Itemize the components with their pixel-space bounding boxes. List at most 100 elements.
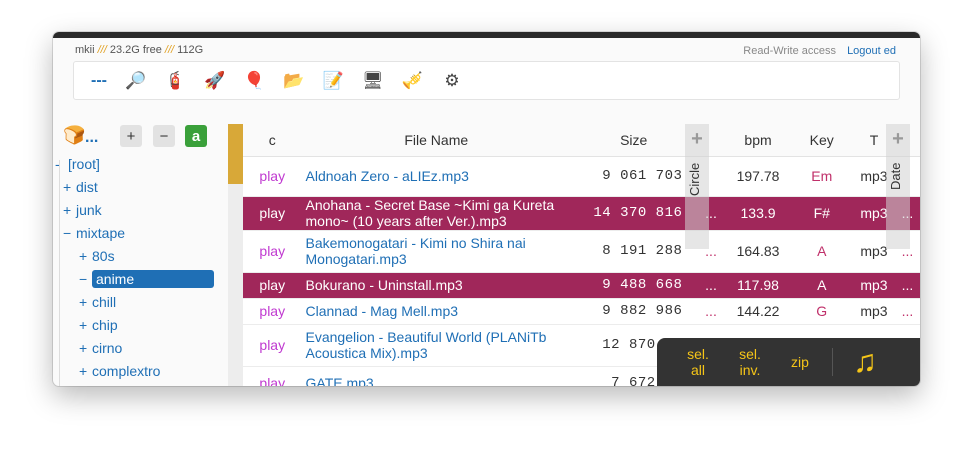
show-column-circle-button[interactable]: + — [685, 128, 709, 150]
table-header-row: c File Name Size bpm Key T — [243, 124, 920, 157]
hidden-column-circle[interactable]: + Circle — [685, 124, 709, 249]
circle-cell: ... — [696, 298, 726, 325]
tree-item-dist[interactable]: + dist — [53, 176, 228, 199]
col-key[interactable]: Key — [790, 124, 854, 157]
notepad-icon[interactable]: 📝 — [321, 68, 347, 94]
date-cell: ... — [894, 298, 920, 325]
table-row[interactable]: play Bakemonogatari - Kimi no Shira nai M… — [243, 230, 920, 273]
tree-toggle-icon[interactable]: + — [79, 291, 92, 314]
play-link[interactable]: play — [243, 196, 302, 231]
play-link[interactable]: play — [243, 298, 302, 325]
tree-toggle-icon[interactable]: + — [79, 314, 92, 337]
play-link[interactable]: play — [243, 324, 302, 367]
account-info: Read-Write access Logout ed — [743, 45, 896, 57]
select-all-button[interactable]: sel. all — [681, 346, 715, 378]
col-size[interactable]: Size — [571, 124, 697, 157]
hidden-column-date[interactable]: + Date — [886, 124, 910, 249]
tree-item-chill[interactable]: + chill — [53, 291, 228, 314]
tree-toggle-icon[interactable]: + — [79, 245, 92, 268]
extinguisher-icon[interactable]: 🧯 — [163, 68, 189, 94]
divider-handle[interactable] — [228, 124, 243, 184]
logout-link[interactable]: Logout ed — [847, 45, 896, 57]
tree-menu-dots[interactable]: ... — [85, 129, 98, 147]
file-name[interactable]: GATE.mp3 — [301, 366, 572, 386]
zip-button[interactable]: zip — [785, 354, 815, 370]
trumpet-icon[interactable]: 🎺 — [400, 68, 426, 94]
tree-item-anime[interactable]: − anime — [53, 268, 228, 291]
file-size: 9 488 668 — [571, 272, 697, 299]
file-name[interactable]: Anohana - Secret Base ~Kimi ga Kureta mo… — [301, 196, 572, 231]
host-name: mkii — [75, 44, 95, 56]
file-size: 9 061 703 — [571, 156, 697, 197]
select-inverse-button[interactable]: sel. inv. — [733, 346, 767, 378]
tree-toggle-icon[interactable]: + — [79, 360, 92, 383]
tree-item-label[interactable]: 80s — [92, 248, 115, 264]
bpm-cell: 197.78 — [725, 156, 791, 197]
play-link[interactable]: play — [243, 366, 302, 386]
tree-toggle-icon[interactable]: + — [63, 176, 76, 199]
gear-icon[interactable]: ⚙ — [439, 68, 465, 94]
table-row[interactable]: play Bokurano - Uninstall.mp3 9 488 668...… — [243, 272, 920, 299]
tree-toggle-icon[interactable]: − — [63, 222, 76, 245]
tree-item-complextro[interactable]: + complextro — [53, 360, 228, 383]
tree-item-label[interactable]: chip — [92, 317, 118, 333]
file-name[interactable]: Bokurano - Uninstall.mp3 — [301, 272, 572, 299]
tree-item-label[interactable]: cirno — [92, 340, 122, 356]
folder-icon[interactable]: 📂 — [281, 68, 307, 94]
play-link[interactable]: play — [243, 156, 302, 197]
collapse-tree-button[interactable]: − — [153, 125, 175, 147]
file-name[interactable]: Clannad - Mag Mell.mp3 — [301, 298, 572, 325]
play-link[interactable]: play — [243, 272, 302, 299]
col-c[interactable]: c — [243, 124, 302, 157]
show-column-date-button[interactable]: + — [886, 128, 910, 150]
dock-separator — [832, 348, 833, 376]
tree-header: 🍞 ... + − a — [63, 125, 223, 151]
bread-icon[interactable]: 🍞 — [63, 125, 85, 146]
screen-icon[interactable]: 🖥 — [360, 68, 386, 94]
tree-item-label[interactable]: anime — [92, 270, 214, 288]
file-name[interactable]: Aldnoah Zero - aLIEz.mp3 — [301, 156, 572, 197]
table-row[interactable]: play Anohana - Secret Base ~Kimi ga Kuret… — [243, 196, 920, 231]
file-size: 9 882 986 — [571, 298, 697, 325]
tree-toggle-icon[interactable]: + — [63, 199, 76, 222]
separator: /// — [97, 44, 107, 56]
access-level: Read-Write access — [743, 45, 836, 57]
tree-item-junk[interactable]: + junk — [53, 199, 228, 222]
tree-item-label[interactable]: chill — [92, 294, 116, 310]
table-row[interactable]: play Aldnoah Zero - aLIEz.mp3 9 061 703 197… — [243, 156, 920, 197]
col-bpm[interactable]: bpm — [725, 124, 791, 157]
file-name[interactable]: Bakemonogatari - Kimi no Shira nai Monog… — [301, 230, 572, 273]
expand-tree-button[interactable]: + — [120, 125, 142, 147]
col-file-name[interactable]: File Name — [301, 124, 572, 157]
rocket-icon[interactable]: 🚀 — [202, 68, 228, 94]
circle-column-label: Circle — [687, 162, 702, 196]
tree-toggle-icon[interactable]: − — [79, 268, 92, 291]
total-space: 112G — [177, 44, 204, 56]
tree-item-label[interactable]: dist — [76, 179, 98, 195]
tree-item-chip[interactable]: + chip — [53, 314, 228, 337]
tree-item-label[interactable]: junk — [76, 202, 102, 218]
table-row[interactable]: play Clannad - Mag Mell.mp3 9 882 986... 14… — [243, 298, 920, 325]
toggle-all-button[interactable]: a — [185, 125, 207, 147]
tree-item-80s[interactable]: +80s — [53, 245, 228, 268]
tree-item-label[interactable]: mixtape — [76, 225, 125, 241]
tree-item-label[interactable]: [root] — [68, 156, 100, 172]
music-player-icon[interactable]: ♫ — [853, 343, 877, 380]
balloon-icon[interactable]: 🎈 — [242, 68, 268, 94]
tree-toggle-icon[interactable]: + — [79, 337, 92, 360]
circle-cell: ... — [696, 272, 726, 299]
file-name[interactable]: Evangelion - Beautiful World (PLANiTb Ac… — [301, 324, 572, 367]
separator: /// — [164, 44, 175, 56]
tree-item-root[interactable]: - [root] — [53, 153, 228, 176]
window-top-bar — [53, 32, 920, 38]
play-link[interactable]: play — [243, 230, 302, 273]
tree-item-cirno[interactable]: + cirno — [53, 337, 228, 360]
pane-divider[interactable] — [228, 124, 243, 386]
search-icon[interactable]: 🔎 — [123, 68, 149, 94]
key-cell: A — [790, 272, 854, 299]
tree-item-mixtape[interactable]: − mixtape — [53, 222, 228, 245]
storage-info: mkii /// 23.2G free /// 112G — [75, 44, 203, 56]
hide-toolbar-button[interactable]: --- — [86, 68, 112, 94]
tree-item-label[interactable]: complextro — [92, 363, 160, 379]
tree-toggle-icon[interactable]: - — [55, 153, 68, 176]
